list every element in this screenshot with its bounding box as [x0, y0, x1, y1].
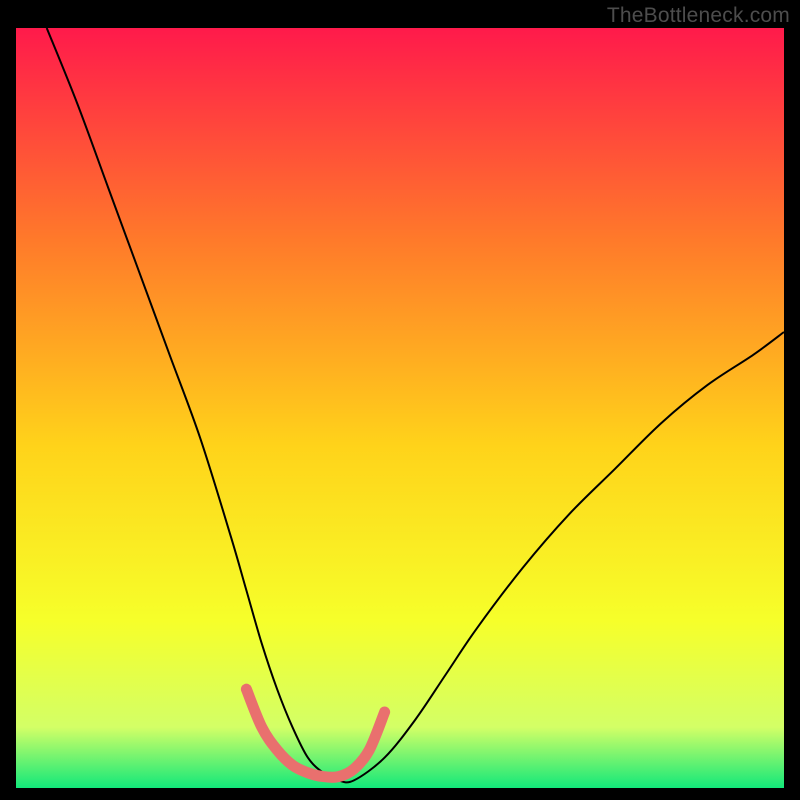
watermark-text: TheBottleneck.com — [607, 4, 790, 28]
chart-frame: TheBottleneck.com — [0, 0, 800, 800]
plot-background — [16, 28, 784, 788]
bottleneck-chart — [0, 0, 800, 800]
